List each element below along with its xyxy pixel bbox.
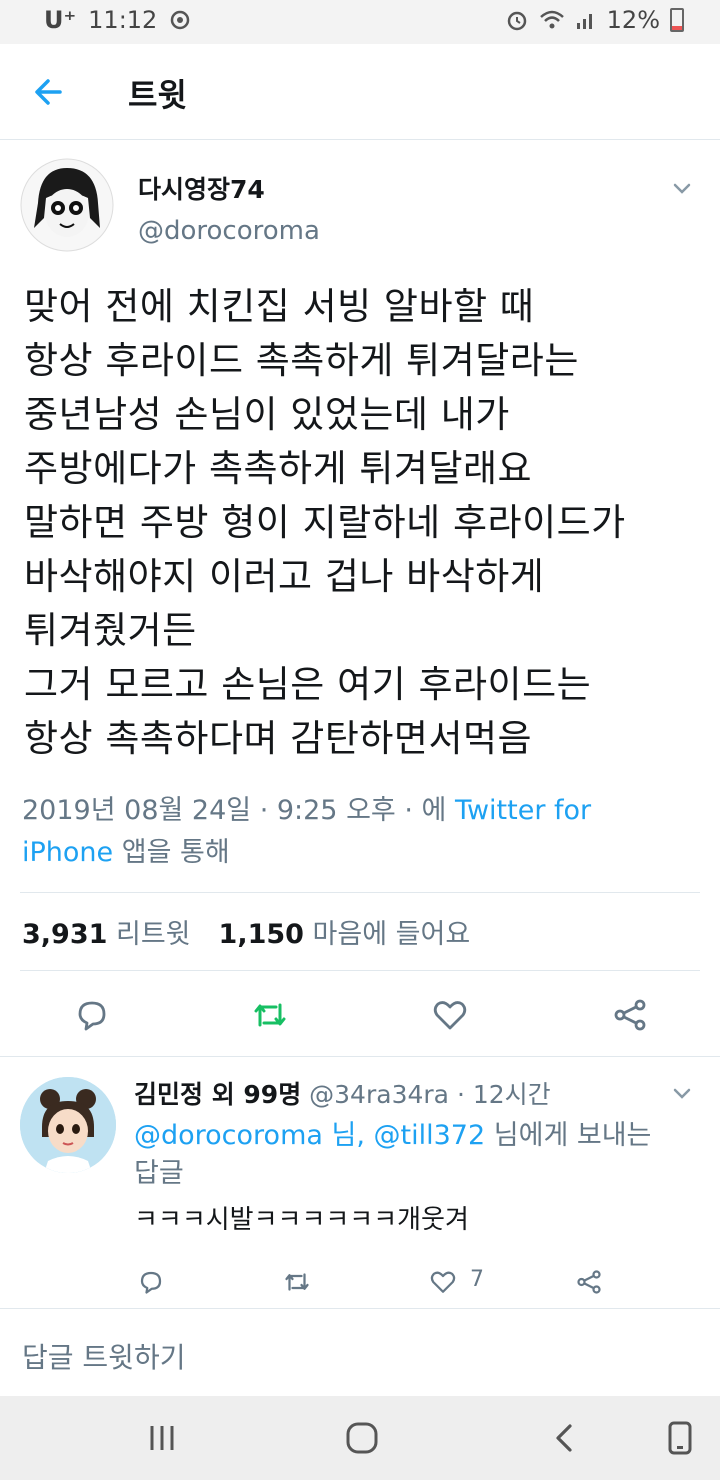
- chevron-down-icon[interactable]: [670, 176, 694, 200]
- battery-percent: 12%: [606, 6, 660, 34]
- wifi-icon: [539, 10, 564, 29]
- mention-link[interactable]: @till372: [374, 1120, 486, 1151]
- tweet-action-bar: [0, 995, 720, 1055]
- sync-icon: [171, 10, 190, 30]
- carrier-label: U⁺: [44, 6, 77, 34]
- reply-author-handle[interactable]: @34ra34ra: [309, 1080, 449, 1109]
- retweet-icon[interactable]: [250, 995, 290, 1035]
- author-display-name[interactable]: 다시영장74: [138, 170, 265, 206]
- like-stat-label: 마음에 들어요: [312, 919, 471, 950]
- reply-like-count: 7: [470, 1267, 484, 1292]
- mention-link[interactable]: @dorocoroma 님,: [134, 1120, 365, 1151]
- back-nav-icon[interactable]: [546, 1420, 586, 1456]
- battery-icon: [670, 8, 684, 32]
- share-icon[interactable]: [574, 1267, 604, 1297]
- tweet-stats: 3,931 리트윗 1,150 마음에 들어요: [22, 912, 470, 951]
- system-nav-bar: [0, 1396, 720, 1480]
- reply-context: @dorocoroma 님, @till372 님에게 보내는 답글: [134, 1117, 674, 1193]
- source-suffix: 앱을 통해: [121, 837, 230, 868]
- author-handle[interactable]: @dorocoroma: [138, 216, 320, 246]
- reply-author-avatar[interactable]: [20, 1077, 116, 1173]
- tweet-body: 맞어 전에 치킨집 서빙 알바할 때 항상 후라이드 촉촉하게 튀겨달라는 중년…: [24, 285, 626, 760]
- share-icon[interactable]: [610, 995, 650, 1035]
- reply-compose-field[interactable]: 답글 트윗하기: [22, 1336, 185, 1376]
- back-arrow-icon[interactable]: [30, 74, 70, 110]
- reply-author-name[interactable]: 김민정 외 99명: [134, 1080, 301, 1109]
- reply-icon[interactable]: [136, 1267, 166, 1297]
- reply-tweet[interactable]: 김민정 외 99명 @34ra34ra · 12시간 @dorocoroma 님…: [0, 1056, 720, 1309]
- retweet-icon[interactable]: [282, 1267, 312, 1297]
- heart-icon[interactable]: [428, 1267, 458, 1297]
- chevron-down-icon[interactable]: [670, 1081, 694, 1105]
- retweet-stat-label: 리트윗: [116, 919, 191, 950]
- like-stat[interactable]: 1,150 마음에 들어요: [219, 912, 471, 951]
- top-app-bar: 트윗: [0, 44, 720, 140]
- phone-mode-icon[interactable]: [660, 1420, 700, 1456]
- heart-icon[interactable]: [430, 995, 470, 1035]
- reply-icon[interactable]: [72, 995, 112, 1035]
- divider: [20, 892, 700, 893]
- reply-header: 김민정 외 99명 @34ra34ra · 12시간: [134, 1075, 551, 1111]
- page-title: 트윗: [128, 76, 187, 114]
- divider: [20, 970, 700, 971]
- home-icon[interactable]: [342, 1420, 382, 1456]
- tweet-meta: 2019년 08월 24일 · 9:25 오후 · 에 Twitter for …: [22, 790, 672, 874]
- clock: 11:12: [88, 6, 158, 34]
- retweet-stat[interactable]: 3,931 리트윗: [22, 912, 191, 951]
- signal-icon: [576, 14, 592, 29]
- tweet-timestamp: 2019년 08월 24일 · 9:25 오후 · 에: [22, 795, 447, 826]
- recent-apps-icon[interactable]: [142, 1420, 182, 1456]
- reply-body: ㅋㅋㅋ시발ㅋㅋㅋㅋㅋㅋ개웃겨: [134, 1205, 469, 1235]
- like-count: 1,150: [218, 919, 304, 950]
- alarm-icon: [507, 11, 526, 31]
- retweet-count: 3,931: [22, 919, 108, 950]
- reply-time: · 12시간: [456, 1080, 551, 1109]
- author-avatar[interactable]: [20, 158, 114, 252]
- status-bar: U⁺ 11:12 12%: [0, 0, 720, 44]
- reply-action-bar: [0, 1267, 720, 1301]
